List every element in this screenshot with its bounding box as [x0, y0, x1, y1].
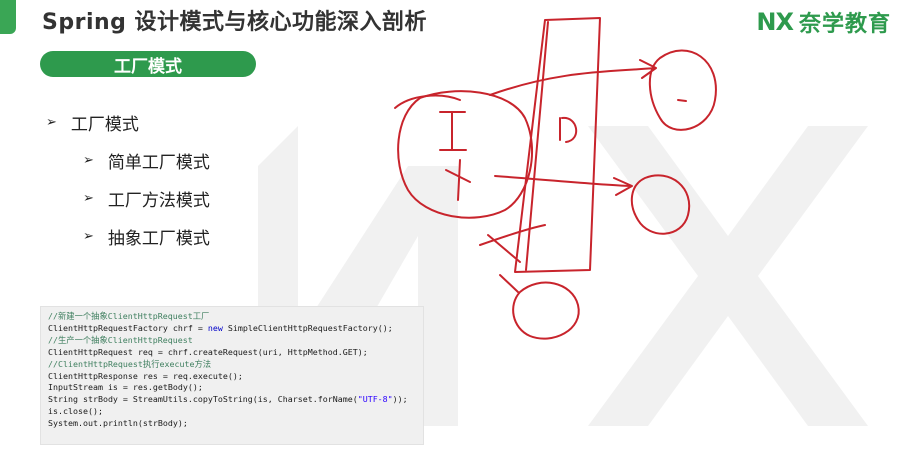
title-accent-bar — [0, 0, 16, 34]
short-stroke-sketch — [499, 274, 519, 293]
arrow-middle-sketch — [494, 175, 633, 196]
section-title-pill: 工厂模式 — [40, 51, 256, 77]
code-line: is.close(); — [48, 406, 103, 417]
bullet-text: 工厂模式 — [70, 115, 139, 135]
code-line: ClientHttpRequestFactory chrf = new Simp… — [48, 322, 393, 333]
circle-middle-right-sketch — [630, 174, 691, 235]
factory-glyph-sketch — [445, 159, 471, 201]
brand-mark: NX — [756, 8, 794, 36]
bullet-arrow-icon: ➢ — [83, 153, 94, 168]
code-comment: //ClientHttpRequest执行execute方法 — [48, 358, 212, 369]
factory-circle-sketch — [397, 90, 533, 219]
d-shape-sketch — [559, 116, 577, 143]
code-comment: //新建一个抽象ClientHttpRequest工厂 — [48, 311, 210, 321]
bullet-arrow-icon: ➢ — [46, 115, 57, 130]
dot-sketch — [677, 99, 687, 102]
bullet-text: 简单工厂模式 — [107, 153, 210, 173]
code-line: ClientHttpRequest req = chrf.createReque… — [48, 346, 368, 357]
code-line: System.out.println(strBody); — [48, 418, 188, 429]
code-comment: //生产一个抽象ClientHttpRequest — [48, 334, 193, 345]
bullet-arrow-icon: ➢ — [83, 229, 94, 244]
vertical-box-sketch — [514, 17, 601, 273]
bullet-text: 工厂方法模式 — [107, 191, 210, 211]
slide-title: Spring 设计模式与核心功能深入剖析 — [42, 10, 428, 35]
circle-top-right-sketch — [648, 49, 717, 131]
circle-bottom-sketch — [512, 281, 580, 340]
bullet-item: ➢ 工厂模式 — [46, 110, 139, 135]
bullet-text: 抽象工厂模式 — [107, 229, 210, 249]
factory-loop-sketch — [394, 94, 461, 109]
vertical-line-sketch — [525, 21, 549, 271]
factory-glyph-sketch — [439, 111, 467, 151]
code-line: String strBody = StreamUtils.copyToStrin… — [48, 394, 408, 405]
brand-logo: NX 奈学教育 — [756, 6, 891, 38]
bullet-item: ➢ 抽象工厂模式 — [83, 224, 210, 249]
bullet-arrow-icon: ➢ — [83, 191, 94, 206]
code-line: ClientHttpResponse res = req.execute(); — [48, 370, 243, 381]
code-line: InputStream is = res.getBody(); — [48, 382, 203, 393]
slash-lower-sketch — [479, 224, 546, 246]
slash-lower-sketch — [487, 234, 521, 263]
bullet-item: ➢ 简单工厂模式 — [83, 148, 210, 173]
bullet-item: ➢ 工厂方法模式 — [83, 186, 210, 211]
code-snippet: //新建一个抽象ClientHttpRequest工厂 ClientHttpRe… — [40, 306, 424, 445]
brand-name: 奈学教育 — [798, 12, 891, 37]
arrow-top-sketch — [489, 59, 657, 96]
